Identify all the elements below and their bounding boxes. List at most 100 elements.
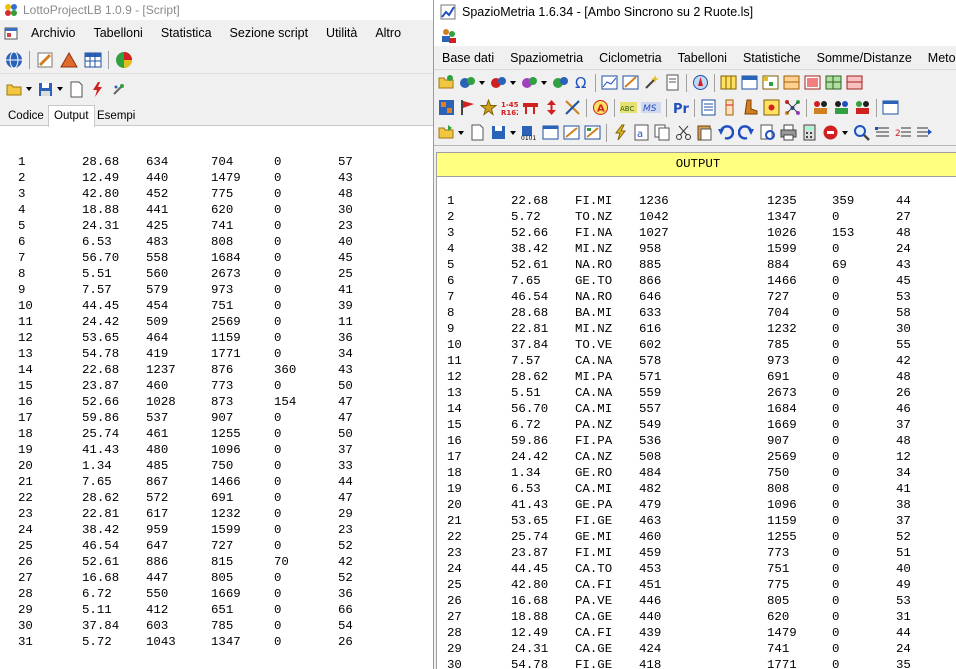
pr-icon[interactable]: Pr bbox=[672, 99, 690, 117]
outdent-icon[interactable] bbox=[916, 124, 933, 141]
a-badge-icon[interactable]: A bbox=[592, 99, 609, 116]
dropdown-arrow[interactable] bbox=[541, 80, 547, 85]
pie-chart-icon[interactable] bbox=[114, 50, 134, 70]
window-list-icon[interactable] bbox=[882, 99, 899, 116]
globe-icon[interactable] bbox=[4, 50, 24, 70]
search-icon[interactable] bbox=[853, 124, 870, 141]
sieve-icon[interactable] bbox=[522, 99, 539, 116]
omega-icon[interactable]: Ω bbox=[573, 74, 590, 92]
menu-sezione-script[interactable]: Sezione script bbox=[221, 26, 318, 40]
tab-esempi[interactable]: Esempi bbox=[92, 108, 140, 126]
balls-purple-icon[interactable] bbox=[521, 74, 538, 91]
network-icon[interactable] bbox=[784, 99, 801, 116]
table-yellow-icon[interactable] bbox=[720, 74, 737, 91]
table-cell: CA.GE bbox=[575, 642, 613, 656]
find-text-icon[interactable]: a bbox=[633, 124, 650, 141]
menu-archivio[interactable]: Archivio bbox=[22, 26, 84, 40]
save-icon[interactable] bbox=[490, 124, 507, 141]
triangle-icon[interactable] bbox=[59, 50, 79, 70]
dropdown-arrow[interactable] bbox=[458, 130, 464, 135]
wand-icon[interactable] bbox=[643, 74, 660, 91]
table-green-icon[interactable] bbox=[825, 74, 842, 91]
cross-tools-icon[interactable] bbox=[564, 99, 581, 116]
table-colored-icon[interactable] bbox=[762, 74, 779, 91]
balls-red-icon[interactable] bbox=[490, 74, 507, 91]
copy-pages-icon[interactable] bbox=[654, 124, 671, 141]
flag-icon[interactable] bbox=[459, 99, 476, 116]
balls-blue-icon[interactable] bbox=[459, 74, 476, 91]
window-icon[interactable] bbox=[542, 124, 559, 141]
sort-arrows-icon[interactable] bbox=[543, 99, 560, 116]
open-folder-icon[interactable] bbox=[438, 124, 455, 141]
dropdown-arrow[interactable] bbox=[479, 80, 485, 85]
menu-base-dati[interactable]: Base dati bbox=[434, 51, 502, 65]
dropdown-arrow[interactable] bbox=[842, 130, 848, 135]
menu-statistica[interactable]: Statistica bbox=[152, 26, 221, 40]
menu-tabelloni[interactable]: Tabelloni bbox=[84, 26, 151, 40]
lightning-icon[interactable] bbox=[612, 124, 629, 141]
table-blue-icon[interactable] bbox=[741, 74, 758, 91]
people-red-icon[interactable] bbox=[812, 99, 829, 116]
print-icon[interactable] bbox=[780, 124, 797, 141]
open-dropdown-arrow[interactable] bbox=[26, 87, 32, 91]
compass-icon[interactable] bbox=[692, 74, 709, 91]
table-orange-icon[interactable] bbox=[783, 74, 800, 91]
paste-icon[interactable] bbox=[696, 124, 713, 141]
chart-edit-icon[interactable] bbox=[622, 74, 639, 91]
abc-text-icon[interactable]: ABC bbox=[620, 99, 637, 116]
mdi-document-icon[interactable] bbox=[4, 26, 18, 40]
people-green-icon[interactable] bbox=[854, 99, 871, 116]
table-pink-icon[interactable] bbox=[846, 74, 863, 91]
people-blue-icon[interactable] bbox=[833, 99, 850, 116]
save-dropdown-arrow[interactable] bbox=[510, 130, 516, 135]
menu-somme-distanze[interactable]: Somme/Distanze bbox=[809, 51, 920, 65]
ms-icon[interactable]: MS bbox=[641, 99, 661, 116]
chart-grid-icon[interactable] bbox=[601, 74, 618, 91]
menu-metodi[interactable]: Metodi bbox=[920, 51, 956, 65]
redo-icon[interactable] bbox=[737, 124, 755, 141]
calculator-icon[interactable] bbox=[801, 124, 818, 141]
open-folder-icon[interactable] bbox=[6, 81, 23, 98]
column-icon[interactable] bbox=[721, 99, 738, 116]
menu-statistiche[interactable]: Statistiche bbox=[735, 51, 809, 65]
table-red-icon[interactable] bbox=[804, 74, 821, 91]
star-grid-icon[interactable] bbox=[763, 99, 780, 116]
new-document-icon[interactable] bbox=[469, 124, 486, 141]
tools-icon[interactable] bbox=[110, 81, 127, 98]
open-archive-icon[interactable] bbox=[438, 74, 455, 91]
grid-orange-icon[interactable] bbox=[438, 99, 455, 116]
menu-tabelloni-right[interactable]: Tabelloni bbox=[670, 51, 735, 65]
menu-utilita[interactable]: Utilità bbox=[317, 26, 366, 40]
menu-spaziometria[interactable]: Spaziometria bbox=[502, 51, 591, 65]
table-cell: 26 bbox=[18, 555, 33, 569]
edit-pencil-icon[interactable] bbox=[35, 50, 55, 70]
edit-window-icon[interactable] bbox=[563, 124, 580, 141]
edit-window-2-icon[interactable] bbox=[584, 124, 601, 141]
balls-green-icon[interactable] bbox=[552, 74, 569, 91]
table-cell: PA.NZ bbox=[575, 418, 613, 432]
stop-icon[interactable] bbox=[822, 124, 839, 141]
tab-output[interactable]: Output bbox=[48, 105, 95, 127]
save-icon[interactable] bbox=[37, 81, 54, 98]
tab-codice[interactable]: Codice bbox=[3, 108, 49, 126]
new-document-icon[interactable] bbox=[68, 81, 85, 98]
list-icon[interactable] bbox=[700, 99, 717, 116]
cut-icon[interactable] bbox=[675, 124, 692, 141]
table-grid-icon[interactable] bbox=[83, 50, 103, 70]
indent-icon[interactable]: 2 bbox=[895, 124, 912, 141]
star-icon[interactable] bbox=[479, 98, 498, 116]
boot-icon[interactable] bbox=[742, 99, 759, 116]
notes-icon[interactable] bbox=[664, 74, 681, 91]
menu-altro[interactable]: Altro bbox=[366, 26, 410, 40]
undo-icon[interactable] bbox=[717, 124, 735, 141]
dropdown-arrow[interactable] bbox=[510, 80, 516, 85]
menu-ciclometria[interactable]: Ciclometria bbox=[591, 51, 670, 65]
print-preview-icon[interactable] bbox=[759, 124, 776, 141]
save-dropdown-arrow[interactable] bbox=[57, 87, 63, 91]
users-icon[interactable] bbox=[440, 27, 457, 44]
align-list-icon[interactable] bbox=[874, 124, 891, 141]
table-cell: 633 bbox=[639, 306, 662, 320]
binary-export-icon[interactable]: 0101 bbox=[521, 124, 538, 142]
range-1-45-icon[interactable]: 1-45R162 bbox=[501, 99, 521, 117]
run-script-icon[interactable] bbox=[89, 81, 106, 98]
